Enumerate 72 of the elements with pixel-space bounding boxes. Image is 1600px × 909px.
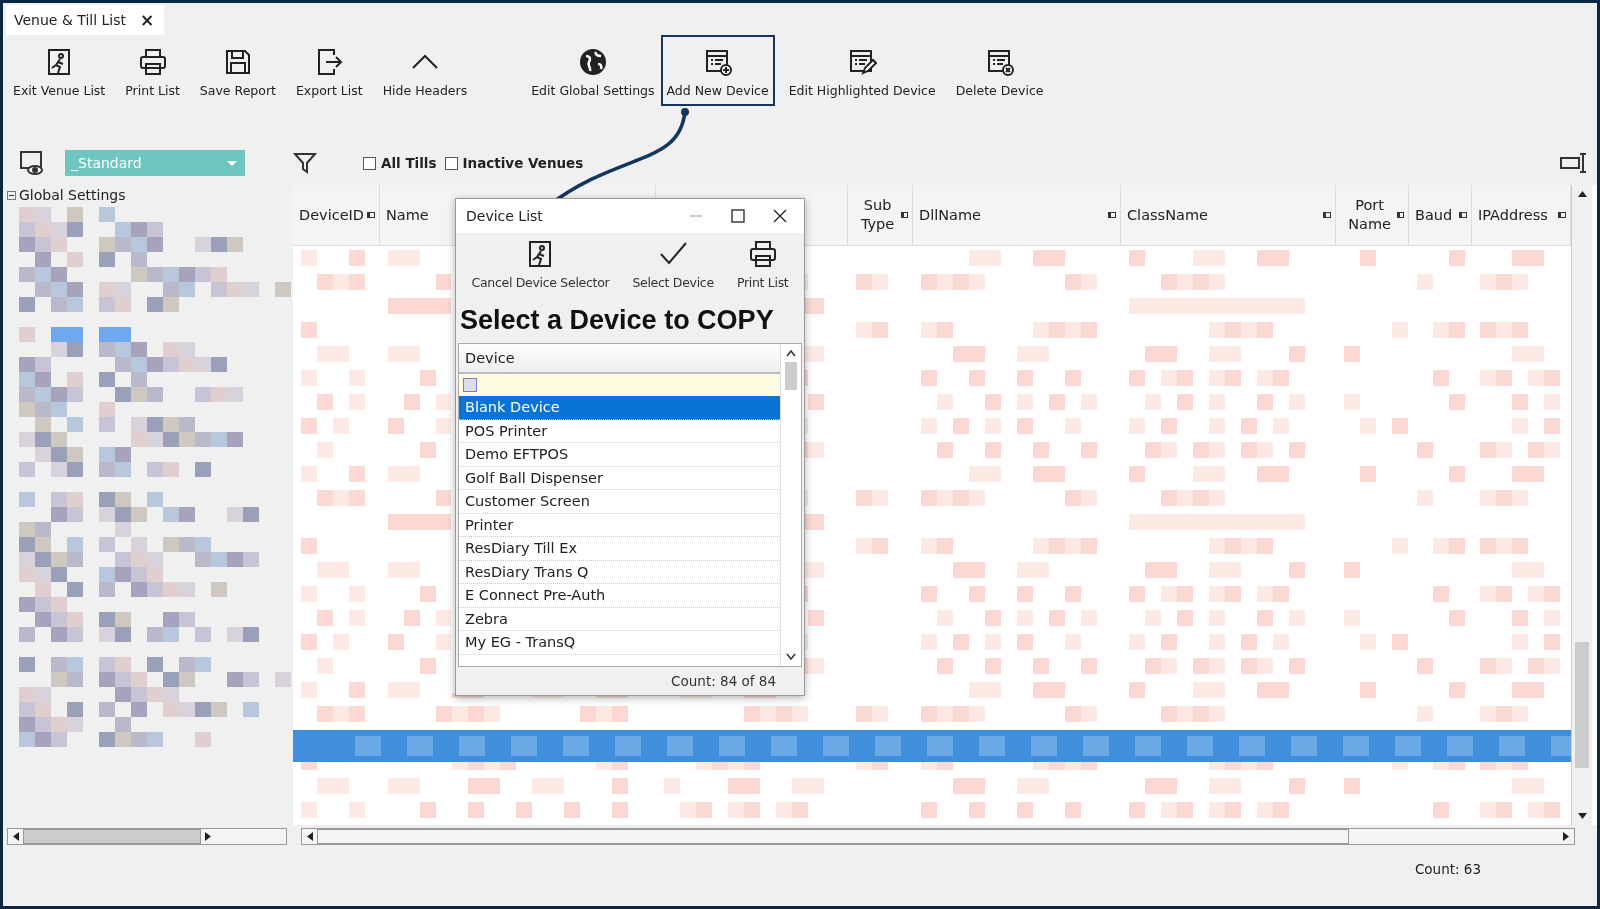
column-header[interactable]: ClassName xyxy=(1121,185,1336,245)
column-chooser-icon[interactable] xyxy=(1559,152,1589,174)
list-row[interactable]: POS Printer xyxy=(459,419,780,443)
toolbar-button[interactable]: Exit Venue List xyxy=(7,41,112,104)
globe-icon xyxy=(577,47,608,77)
column-header[interactable]: Port Name xyxy=(1336,185,1409,245)
toolbar-button[interactable]: Cancel Device Selector xyxy=(469,239,612,305)
list-row[interactable]: E Connect Pre-Auth xyxy=(459,584,780,608)
column-header[interactable]: Sub Type xyxy=(848,185,913,245)
list-row[interactable]: ResDiary Till Ex xyxy=(459,537,780,561)
toolbar-button[interactable]: Save Report xyxy=(193,41,282,104)
close-icon[interactable] xyxy=(772,208,788,224)
scroll-left-icon[interactable] xyxy=(12,831,19,841)
list-row[interactable]: Demo EFTPOS xyxy=(459,443,780,467)
tree-item[interactable]: Global Settings xyxy=(19,187,126,203)
scroll-thumb[interactable] xyxy=(785,362,797,390)
view-icon[interactable] xyxy=(19,150,45,176)
scroll-up-icon[interactable] xyxy=(1577,190,1587,197)
list-row[interactable]: My EG - TransQ xyxy=(459,631,780,655)
pin-icon[interactable] xyxy=(367,212,375,218)
dialog-heading: Select a Device to COPY xyxy=(459,305,775,337)
edit-device-icon xyxy=(847,47,878,77)
expander-icon[interactable] xyxy=(7,190,16,200)
pin-icon[interactable] xyxy=(1323,212,1331,218)
column-header[interactable]: Device xyxy=(465,350,515,366)
toolbar-button[interactable]: Edit Global Settings xyxy=(525,41,661,104)
record-count: Count: 84 of 84 xyxy=(671,673,776,689)
pin-icon[interactable] xyxy=(1558,212,1566,218)
caret-icon xyxy=(227,160,237,166)
scroll-right-icon[interactable] xyxy=(1563,831,1570,841)
column-header[interactable]: Baud xyxy=(1409,185,1472,245)
list-row[interactable]: Printer xyxy=(459,513,780,537)
toolbar-button[interactable]: Select Device xyxy=(630,239,716,305)
scroll-up-icon[interactable] xyxy=(786,349,796,357)
checkbox-label: All Tills xyxy=(381,155,437,171)
pin-icon[interactable] xyxy=(901,212,908,218)
checkbox[interactable] xyxy=(363,156,376,170)
horizontal-scrollbar[interactable] xyxy=(7,827,287,845)
pin-icon[interactable] xyxy=(1459,212,1467,218)
list-row[interactable]: Zebra xyxy=(459,607,780,631)
toolbar-button[interactable]: Hide Headers xyxy=(376,41,474,104)
horizontal-scrollbar[interactable] xyxy=(301,827,1575,845)
filter-icon[interactable] xyxy=(293,151,317,175)
print-icon xyxy=(747,239,778,269)
toolbar-button[interactable]: Print List xyxy=(734,239,791,305)
toolbar-button[interactable]: Edit Highlighted Device xyxy=(782,41,942,104)
scroll-right-icon[interactable] xyxy=(205,831,212,841)
print-icon xyxy=(137,47,168,77)
checkbox-label: Inactive Venues xyxy=(462,155,584,171)
toolbar-button[interactable]: Delete Device xyxy=(949,41,1050,104)
maximize-icon[interactable] xyxy=(730,208,746,224)
checkbox[interactable] xyxy=(444,156,458,170)
list-row[interactable]: ResDiary Trans Q xyxy=(459,560,780,584)
scroll-left-icon[interactable] xyxy=(306,831,313,841)
toolbar-button[interactable]: Print List xyxy=(119,41,186,104)
filter-text-icon xyxy=(463,378,477,392)
column-header[interactable]: DllName xyxy=(913,185,1121,245)
scroll-thumb[interactable] xyxy=(1575,642,1589,768)
list-row[interactable]: Blank Device xyxy=(459,396,780,420)
pin-icon[interactable] xyxy=(1108,212,1116,218)
list-row[interactable]: Customer Screen xyxy=(459,490,780,514)
column-header[interactable]: DeviceID xyxy=(293,185,380,245)
dialog-title: Device List xyxy=(466,208,543,224)
document-tab[interactable]: Venue & Till List × xyxy=(6,5,165,35)
scroll-down-icon[interactable] xyxy=(786,653,796,661)
close-icon[interactable]: × xyxy=(140,10,155,30)
list-row[interactable]: Golf Ball Dispenser xyxy=(459,466,780,490)
toolbar-button[interactable]: Export List xyxy=(289,41,369,104)
pin-icon[interactable] xyxy=(1397,212,1404,218)
toolbar-button[interactable]: Add New Device xyxy=(660,35,775,106)
scroll-down-icon[interactable] xyxy=(1577,813,1587,820)
record-count: Count: 63 xyxy=(1414,860,1481,877)
